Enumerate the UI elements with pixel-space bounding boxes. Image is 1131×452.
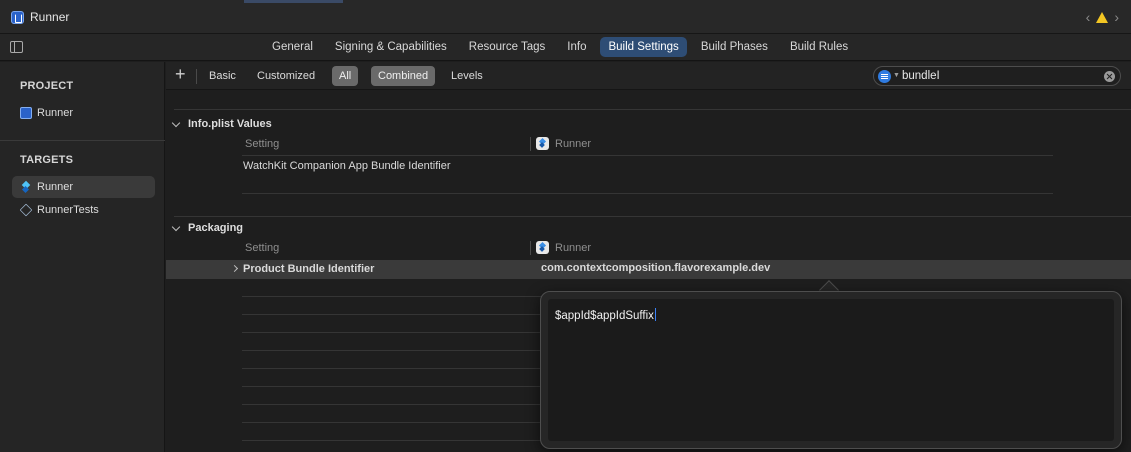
window-title: Runner [30,10,70,24]
text-cursor [654,308,657,321]
empty-row-divider [242,296,542,297]
add-setting-button[interactable]: + [175,65,186,83]
empty-row-divider [242,422,542,423]
flutter-icon [20,181,32,193]
build-settings-toolbar: + Basic Customized All Combined Levels ▼ [166,62,1131,90]
issue-navigator: ‹ › [1086,9,1119,25]
project-targets-sidebar: PROJECT Runner TARGETS Runner RunnerTest… [0,62,165,452]
tab-signing-capabilities[interactable]: Signing & Capabilities [327,37,455,57]
column-separator [530,241,531,255]
forward-button[interactable]: › [1114,9,1119,25]
sidebar-item-project-runner[interactable]: Runner [12,102,155,124]
sidebar-item-target-runnertests[interactable]: RunnerTests [12,199,155,221]
empty-row-divider [242,386,542,387]
column-header-target: Runner [536,137,591,150]
search-field[interactable]: ▼ [873,66,1121,86]
group-header-info-plist[interactable]: Info.plist Values [170,118,272,130]
filter-basic-button[interactable]: Basic [202,66,243,86]
settings-tabs: General Signing & Capabilities Resource … [264,37,862,57]
empty-row-divider [242,440,542,441]
column-header-target: Runner [536,241,591,254]
tab-general[interactable]: General [264,37,321,57]
column-header-setting: Setting [245,138,280,150]
project-icon [20,107,32,119]
divider [174,109,1131,110]
filter-customized-button[interactable]: Customized [250,66,322,86]
flutter-icon [536,241,549,254]
project-section-header: PROJECT [20,80,74,92]
view-levels-button[interactable]: Levels [444,66,490,86]
xcode-project-icon [11,11,24,24]
column-header-target-label: Runner [555,137,592,150]
value-editor-text[interactable]: $appId$appIdSuffix [555,308,657,322]
divider [174,216,1131,217]
group-title: Info.plist Values [188,118,272,130]
toolbar-divider [196,69,197,84]
targets-section-header: TARGETS [20,154,74,166]
chevron-down-icon [171,118,181,127]
value-edit-popover: $appId$appIdSuffix [540,291,1122,449]
divider [242,155,1053,156]
editor-tab-bar: General Signing & Capabilities Resource … [0,34,1131,61]
tab-build-settings[interactable]: Build Settings [600,37,687,57]
sidebar-toggle-icon[interactable] [10,41,23,53]
chevron-down-icon [171,222,181,231]
group-header-packaging[interactable]: Packaging [170,222,243,234]
sidebar-divider [0,140,165,141]
setting-row-watchkit-bundle-id[interactable]: WatchKit Companion App Bundle Identifier [243,160,451,172]
view-combined-button[interactable]: Combined [371,66,436,86]
sidebar-item-label: Runner [37,181,74,193]
title-bar: Runner ‹ › [0,0,1131,34]
filter-menu-icon[interactable] [878,70,891,83]
tab-build-rules[interactable]: Build Rules [782,37,856,57]
value-editor[interactable]: $appId$appIdSuffix [548,299,1114,441]
clear-search-icon[interactable] [1104,71,1115,82]
empty-row-divider [242,332,542,333]
empty-row-divider [242,404,542,405]
window-tab-indicator [244,0,343,3]
editor-value: $appId$appIdSuffix [555,310,654,322]
warning-icon[interactable] [1096,11,1109,23]
column-separator [530,137,531,151]
group-title: Packaging [188,222,244,234]
column-header-setting: Setting [245,242,280,254]
test-target-icon [19,203,33,217]
chevron-down-icon: ▼ [893,72,900,79]
tab-build-phases[interactable]: Build Phases [693,37,776,57]
column-header-target-label: Runner [555,241,592,254]
empty-row-divider [242,368,542,369]
search-input[interactable] [902,69,1092,83]
setting-value[interactable]: com.contextcomposition.flavorexample.dev [541,262,770,274]
sidebar-item-label: RunnerTests [37,204,99,216]
empty-row-divider [242,314,542,315]
chevron-right-icon[interactable] [230,264,239,273]
divider [242,193,1053,194]
setting-label: Product Bundle Identifier [243,263,375,275]
flutter-icon [536,137,549,150]
tab-info[interactable]: Info [559,37,594,57]
back-button[interactable]: ‹ [1086,9,1091,25]
filter-all-button[interactable]: All [332,66,359,86]
tab-resource-tags[interactable]: Resource Tags [461,37,554,57]
sidebar-item-target-runner[interactable]: Runner [12,176,155,198]
sidebar-item-label: Runner [37,107,74,119]
setting-row-product-bundle-id[interactable]: Product Bundle Identifier com.contextcom… [166,260,1131,279]
empty-row-divider [242,350,542,351]
